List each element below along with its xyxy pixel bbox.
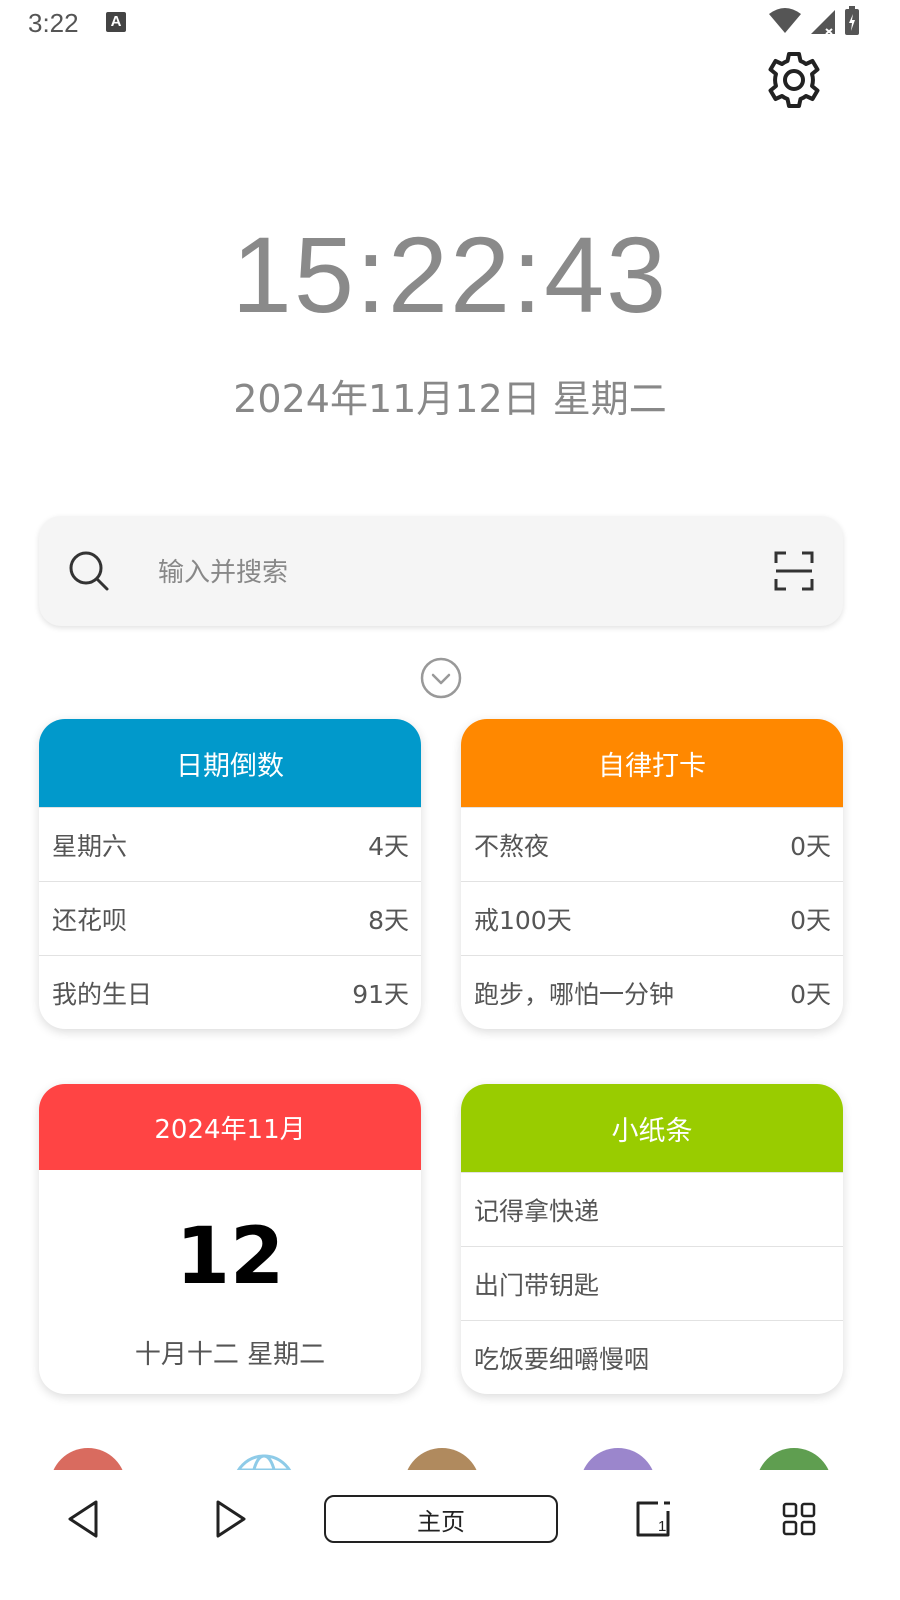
checkin-card[interactable]: 自律打卡 不熬夜 0天 戒100天 0天 跑步，哪怕一分钟 0天 xyxy=(461,719,843,1029)
scan-icon[interactable] xyxy=(772,549,816,593)
settings-button[interactable] xyxy=(762,48,826,112)
list-item[interactable]: 吃饭要细嚼慢咽 xyxy=(461,1320,843,1394)
list-item[interactable]: 跑步，哪怕一分钟 0天 xyxy=(461,955,843,1029)
chevron-down-icon[interactable] xyxy=(419,656,463,700)
app-shortcut-icon[interactable] xyxy=(50,1448,126,1470)
checkin-value: 0天 xyxy=(790,831,831,861)
countdown-label: 星期六 xyxy=(52,831,128,861)
status-bar: 3:22 A xyxy=(0,0,900,50)
calendar-card-header: 2024年11月 xyxy=(39,1084,421,1170)
list-item[interactable]: 出门带钥匙 xyxy=(461,1246,843,1320)
list-item[interactable]: 记得拿快递 xyxy=(461,1172,843,1246)
note-text: 吃饭要细嚼慢咽 xyxy=(474,1344,650,1374)
calendar-day: 12 xyxy=(175,1212,285,1302)
checkin-label: 戒100天 xyxy=(474,905,572,935)
notes-card-title: 小纸条 xyxy=(611,1115,693,1147)
list-item[interactable]: 还花呗 8天 xyxy=(39,881,421,955)
menu-button[interactable] xyxy=(774,1494,824,1544)
globe-icon[interactable] xyxy=(226,1448,302,1470)
tabs-count: 1 xyxy=(658,1518,667,1535)
countdown-value: 8天 xyxy=(368,905,409,935)
forward-triangle-icon xyxy=(216,1500,246,1538)
countdown-value: 4天 xyxy=(368,831,409,861)
accessibility-badge-icon: A xyxy=(106,12,126,32)
checkin-card-title: 自律打卡 xyxy=(598,750,706,782)
tabs-button[interactable]: 1 xyxy=(628,1494,678,1544)
back-button[interactable] xyxy=(58,1494,108,1544)
checkin-label: 不熬夜 xyxy=(474,831,550,861)
countdown-card[interactable]: 日期倒数 星期六 4天 还花呗 8天 我的生日 91天 xyxy=(39,719,421,1029)
home-button-label: 主页 xyxy=(417,1507,465,1536)
checkin-value: 0天 xyxy=(790,905,831,935)
app-shortcut-row xyxy=(0,1448,900,1470)
list-item[interactable]: 我的生日 91天 xyxy=(39,955,421,1029)
wifi-icon xyxy=(768,7,802,39)
navigation-bar: 主页 1 xyxy=(0,1472,900,1600)
grid-icon xyxy=(782,1502,816,1536)
app-shortcut-icon[interactable] xyxy=(756,1448,832,1470)
search-input[interactable]: 输入并搜索 xyxy=(158,552,288,589)
home-button[interactable]: 主页 xyxy=(324,1495,558,1543)
checkin-value: 0天 xyxy=(790,979,831,1009)
countdown-label: 还花呗 xyxy=(52,905,128,935)
status-time: 3:22 xyxy=(28,8,79,38)
gear-icon xyxy=(768,52,820,108)
forward-button[interactable] xyxy=(206,1494,256,1544)
notes-card-header: 小纸条 xyxy=(461,1084,843,1172)
note-text: 出门带钥匙 xyxy=(474,1270,600,1300)
clock-time: 15:22:43 xyxy=(231,214,669,335)
calendar-lunar-date: 十月十二 星期二 xyxy=(134,1340,326,1370)
app-shortcut-icon[interactable] xyxy=(404,1448,480,1470)
app-shortcut-icon[interactable] xyxy=(580,1448,656,1470)
countdown-card-header: 日期倒数 xyxy=(39,719,421,807)
battery-icon xyxy=(844,6,860,40)
countdown-value: 91天 xyxy=(352,979,409,1009)
list-item[interactable]: 不熬夜 0天 xyxy=(461,807,843,881)
notes-card[interactable]: 小纸条 记得拿快递 出门带钥匙 吃饭要细嚼慢咽 xyxy=(461,1084,843,1394)
signal-icon xyxy=(810,7,836,39)
tabs-icon xyxy=(636,1501,670,1537)
search-icon[interactable] xyxy=(66,548,112,594)
note-text: 记得拿快递 xyxy=(474,1196,600,1226)
calendar-month: 2024年11月 xyxy=(154,1114,306,1145)
clock-date: 2024年11月12日 星期二 xyxy=(233,377,667,421)
checkin-card-header: 自律打卡 xyxy=(461,719,843,807)
status-icons xyxy=(768,6,860,40)
list-item[interactable]: 戒100天 0天 xyxy=(461,881,843,955)
checkin-label: 跑步，哪怕一分钟 xyxy=(474,979,675,1009)
calendar-card[interactable]: 2024年11月 12 十月十二 星期二 xyxy=(39,1084,421,1394)
back-triangle-icon xyxy=(68,1500,98,1538)
countdown-card-title: 日期倒数 xyxy=(176,750,284,782)
list-item[interactable]: 星期六 4天 xyxy=(39,807,421,881)
countdown-label: 我的生日 xyxy=(52,979,153,1009)
